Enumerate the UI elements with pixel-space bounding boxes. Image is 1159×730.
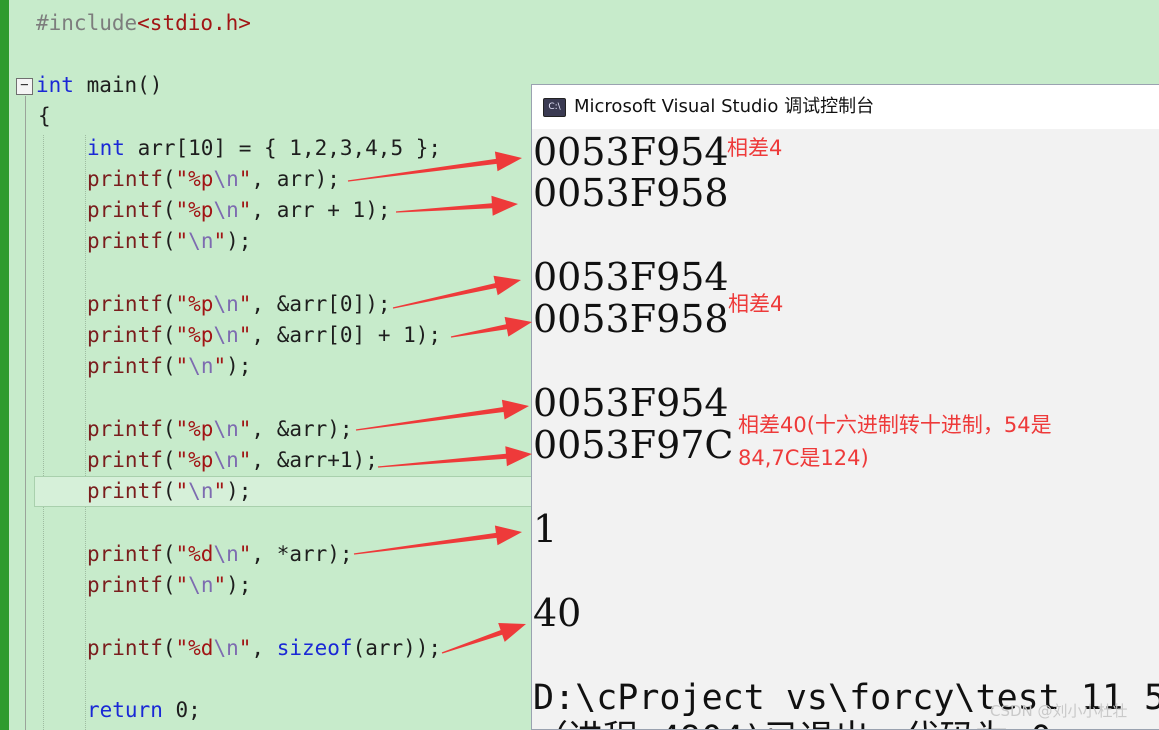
- annotation-arrow: [392, 275, 521, 309]
- annotation-arrow: [441, 623, 526, 654]
- annotation-arrow: [355, 399, 529, 431]
- annotation-arrow: [396, 195, 518, 216]
- annotation-arrow: [353, 525, 522, 555]
- annotation-arrows: [347, 151, 532, 654]
- annotation-arrow: [450, 316, 532, 338]
- watermark: CSDN @刘小小杜壮: [990, 702, 1128, 720]
- annotation-arrow: [347, 151, 522, 182]
- annotation-arrow: [377, 446, 532, 468]
